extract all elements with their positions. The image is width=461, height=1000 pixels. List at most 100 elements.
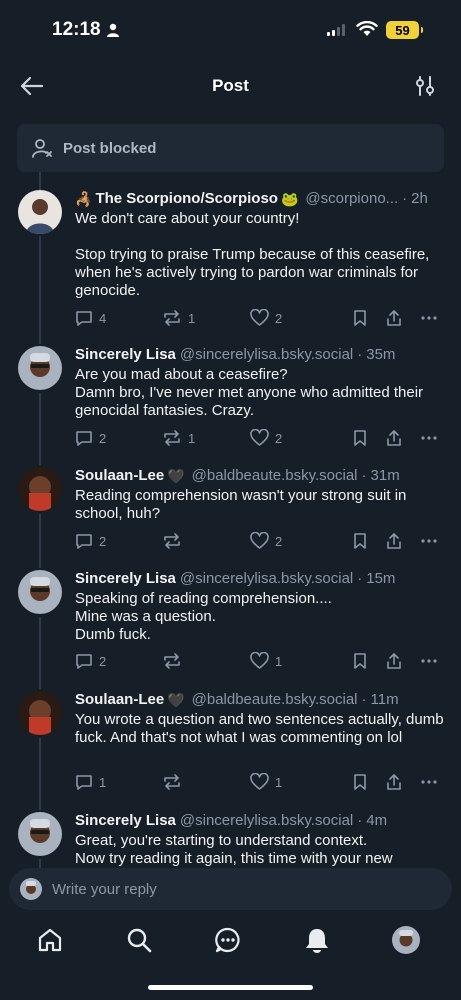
post-time: 11m	[370, 691, 399, 708]
separator-dot: ·	[402, 190, 408, 207]
frog-emoji: 🐸	[280, 191, 299, 207]
reply-icon	[76, 431, 92, 446]
post-header: Sincerely Lisa @sincerelylisa.bsky.socia…	[75, 570, 445, 588]
reply-button[interactable]: 2	[75, 652, 106, 670]
avatar[interactable]	[18, 691, 62, 735]
author-name[interactable]: Soulaan-Lee	[75, 691, 164, 709]
bookmark-icon	[354, 533, 366, 549]
like-button[interactable]: 1	[250, 773, 282, 791]
like-button[interactable]: 1	[250, 652, 282, 670]
share-icon	[387, 430, 401, 446]
separator-dot: ·	[357, 346, 363, 363]
author-handle[interactable]: @sincerelylisa.bsky.social	[180, 570, 353, 588]
avatar[interactable]	[18, 190, 62, 234]
share-button[interactable]	[385, 429, 403, 447]
post-header: Sincerely Lisa @sincerelylisa.bsky.socia…	[75, 812, 445, 830]
reply-composer[interactable]: Write your reply	[9, 868, 452, 910]
post-header: 🦂 The Scorpiono/Scorpioso 🐸 @scorpiono..…	[75, 190, 445, 208]
author-handle[interactable]: @baldbeaute.bsky.social	[192, 467, 358, 485]
blocked-post-notice: Post blocked	[17, 124, 444, 172]
author-handle[interactable]: @scorpiono...	[305, 190, 398, 208]
share-button[interactable]	[385, 532, 403, 550]
scorpion-emoji: 🦂	[75, 191, 93, 207]
heart-icon	[250, 532, 269, 549]
reply-count: 2	[99, 430, 107, 446]
share-button[interactable]	[385, 309, 403, 327]
thread-post[interactable]: Sincerely Lisa @sincerelylisa.bsky.socia…	[0, 812, 461, 868]
sliders-icon[interactable]	[414, 75, 436, 97]
profile-avatar-tab[interactable]	[392, 926, 420, 954]
reply-button[interactable]: 2	[75, 429, 106, 447]
repost-button[interactable]: 1	[162, 429, 195, 447]
like-button[interactable]: 2	[250, 532, 282, 550]
bookmark-button[interactable]	[352, 309, 368, 327]
person-blocked-icon	[32, 139, 52, 158]
more-button[interactable]	[420, 429, 438, 447]
more-button[interactable]	[420, 309, 438, 327]
more-button[interactable]	[420, 773, 438, 791]
bookmark-button[interactable]	[352, 773, 368, 791]
post-time: 15m	[366, 570, 396, 587]
avatar[interactable]	[18, 570, 62, 614]
author-handle[interactable]: @sincerelylisa.bsky.social	[180, 346, 353, 364]
author-handle[interactable]: @sincerelylisa.bsky.social	[180, 812, 353, 830]
like-button[interactable]: 2	[250, 429, 282, 447]
heart-icon	[250, 652, 269, 669]
more-button[interactable]	[420, 532, 438, 550]
bell-icon[interactable]	[303, 926, 331, 954]
avatar[interactable]	[18, 812, 62, 856]
more-dots-icon	[421, 780, 437, 784]
author-name[interactable]: Sincerely Lisa	[75, 346, 176, 364]
heart-icon	[250, 773, 269, 790]
author-handle[interactable]: @baldbeaute.bsky.social	[192, 691, 358, 709]
author-name[interactable]: Sincerely Lisa	[75, 812, 176, 830]
bookmark-button[interactable]	[352, 532, 368, 550]
search-icon[interactable]	[125, 926, 153, 954]
reply-icon	[76, 534, 92, 549]
more-button[interactable]	[420, 652, 438, 670]
avatar[interactable]	[18, 346, 62, 390]
reply-button[interactable]: 2	[75, 532, 106, 550]
post-header: Sincerely Lisa @sincerelylisa.bsky.socia…	[75, 346, 445, 364]
avatar[interactable]	[18, 467, 62, 511]
bottom-tab-bar	[0, 920, 461, 970]
reply-count: 2	[99, 533, 107, 549]
black-heart-emoji: 🖤	[167, 468, 185, 484]
home-icon[interactable]	[36, 926, 64, 954]
repost-button[interactable]: 1	[162, 309, 195, 327]
battery-level: 59	[395, 22, 410, 38]
author-name[interactable]: Soulaan-Lee	[75, 467, 164, 485]
post-actions: 2 2	[75, 532, 445, 554]
author-name[interactable]: Sincerely Lisa	[75, 570, 176, 588]
share-button[interactable]	[385, 773, 403, 791]
repost-button[interactable]	[162, 652, 188, 670]
bookmark-button[interactable]	[352, 429, 368, 447]
status-time: 12:18	[52, 19, 120, 41]
like-button[interactable]: 2	[250, 309, 282, 327]
like-count: 2	[275, 430, 283, 446]
repost-button[interactable]	[162, 773, 188, 791]
blocked-label: Post blocked	[63, 139, 157, 157]
post-text: We don't care about your country! Stop t…	[75, 210, 430, 299]
bookmark-button[interactable]	[352, 652, 368, 670]
post-time: 31m	[370, 467, 400, 484]
wifi-icon	[356, 21, 378, 36]
reply-button[interactable]: 4	[75, 309, 106, 327]
author-name[interactable]: The Scorpiono/Scorpioso	[95, 190, 278, 208]
repost-icon	[164, 653, 180, 669]
thread-line	[39, 172, 41, 190]
share-button[interactable]	[385, 652, 403, 670]
bookmark-icon	[354, 310, 366, 326]
post-text: Reading comprehension wasn't your strong…	[75, 487, 407, 522]
chat-icon[interactable]	[214, 926, 242, 954]
reply-input-placeholder[interactable]: Write your reply	[52, 881, 157, 898]
post-text: Great, you're starting to understand con…	[75, 832, 393, 867]
bookmark-icon	[354, 653, 366, 669]
repost-button[interactable]	[162, 532, 188, 550]
post-actions: 1 1	[75, 773, 445, 795]
reply-button[interactable]: 1	[75, 773, 106, 791]
status-bar: 12:18 59	[0, 0, 461, 56]
post-actions: 4 1 2	[75, 309, 445, 331]
separator-dot: ·	[357, 570, 363, 587]
reply-count: 1	[99, 774, 107, 790]
